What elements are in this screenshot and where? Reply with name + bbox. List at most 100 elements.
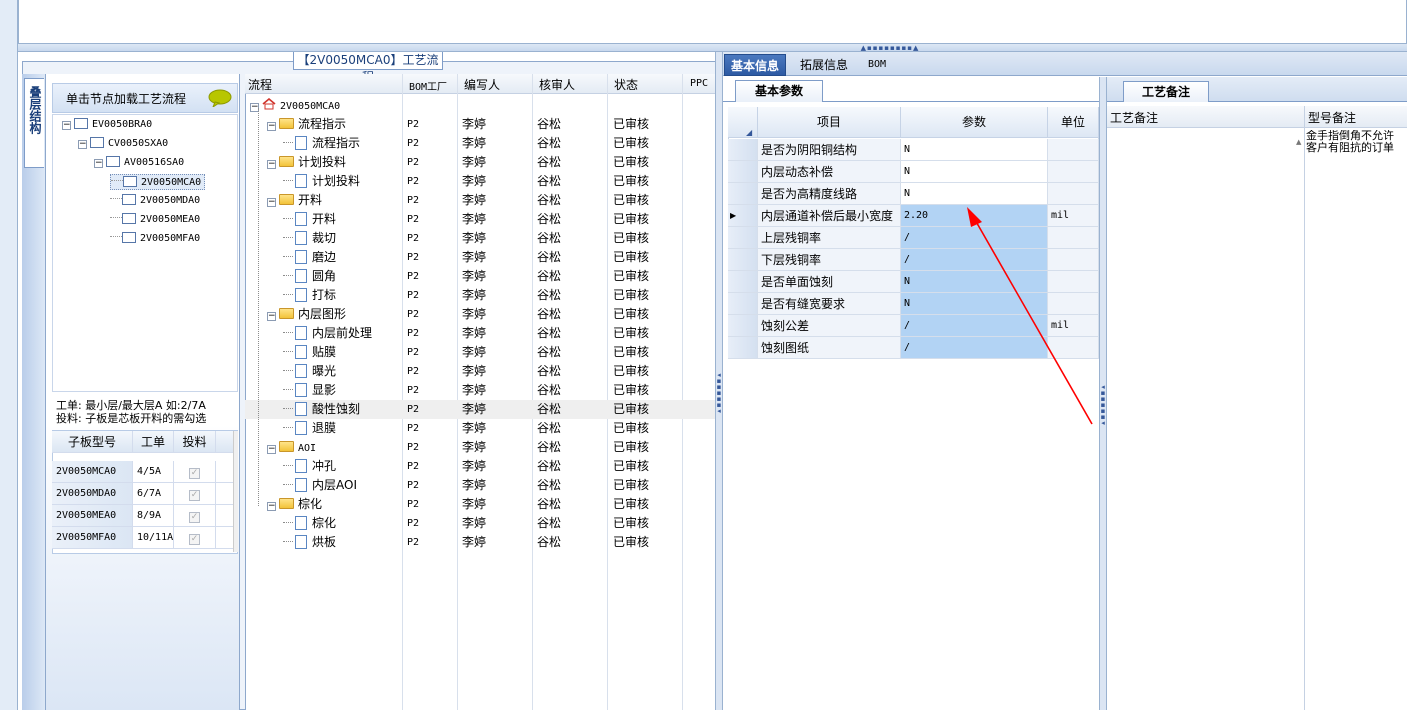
flow-step[interactable]: 内层前处理: [283, 324, 372, 343]
row-indicator[interactable]: [728, 315, 758, 337]
param-value-cell[interactable]: /: [901, 337, 1048, 359]
sub-grid-scrollbar[interactable]: [233, 431, 238, 552]
param-value-cell[interactable]: N: [901, 161, 1048, 183]
flow-row[interactable]: − 计划投料 P2 李婷 谷松 已审核: [245, 153, 715, 172]
sub-feed-cell[interactable]: ✓: [174, 483, 216, 505]
flow-row[interactable]: 贴膜 P2 李婷 谷松 已审核: [245, 343, 715, 362]
flow-row[interactable]: − 内层图形 P2 李婷 谷松 已审核: [245, 305, 715, 324]
flow-step[interactable]: 裁切: [283, 229, 336, 248]
tab-basic-params[interactable]: 基本参数: [735, 80, 823, 102]
flow-step[interactable]: 烘板: [283, 533, 336, 552]
row-indicator[interactable]: [728, 183, 758, 205]
flow-row[interactable]: 烘板 P2 李婷 谷松 已审核: [245, 533, 715, 552]
flow-root-row[interactable]: −2V0050MCA0: [245, 96, 715, 115]
param-row[interactable]: 蚀刻公差 / mil: [728, 315, 1099, 337]
flow-row[interactable]: 打标 P2 李婷 谷松 已审核: [245, 286, 715, 305]
flow-step[interactable]: 圆角: [283, 267, 336, 286]
tab-process-notes[interactable]: 工艺备注: [1123, 81, 1209, 102]
collapse-icon[interactable]: −: [78, 140, 87, 149]
param-value-cell[interactable]: N: [901, 293, 1048, 315]
param-value-cell[interactable]: /: [901, 315, 1048, 337]
param-row[interactable]: 蚀刻图纸 /: [728, 337, 1099, 359]
tab-bom[interactable]: BOM: [862, 54, 892, 76]
param-row[interactable]: 是否单面蚀刻 N: [728, 271, 1099, 293]
tree-node[interactable]: 2V0050MDA0: [110, 193, 200, 209]
collapse-icon[interactable]: −: [267, 198, 276, 207]
flow-step[interactable]: − 开料: [267, 191, 322, 210]
flow-step[interactable]: 打标: [283, 286, 336, 305]
param-value-cell[interactable]: /: [901, 227, 1048, 249]
collapse-icon[interactable]: −: [62, 121, 71, 130]
flow-step[interactable]: 酸性蚀刻: [283, 400, 360, 419]
flow-row[interactable]: 圆角 P2 李婷 谷松 已审核: [245, 267, 715, 286]
tree-node[interactable]: 2V0050MFA0: [110, 231, 200, 247]
param-row[interactable]: 是否有缝宽要求 N: [728, 293, 1099, 315]
flow-col-header[interactable]: 状态: [614, 76, 638, 93]
flow-row[interactable]: 显影 P2 李婷 谷松 已审核: [245, 381, 715, 400]
param-value-cell[interactable]: /: [901, 249, 1048, 271]
collapse-icon[interactable]: −: [94, 159, 103, 168]
horizontal-splitter[interactable]: [18, 44, 1407, 52]
tab-extended-info[interactable]: 拓展信息: [794, 54, 854, 76]
row-indicator[interactable]: ▶: [728, 205, 758, 227]
row-indicator[interactable]: [728, 271, 758, 293]
param-value-cell[interactable]: 2.20: [901, 205, 1048, 227]
scroll-up-icon[interactable]: ▲: [1296, 138, 1301, 146]
notes-divider[interactable]: [1304, 106, 1305, 710]
flow-root-node[interactable]: −2V0050MCA0: [250, 96, 340, 116]
flow-row[interactable]: 内层前处理 P2 李婷 谷松 已审核: [245, 324, 715, 343]
row-indicator[interactable]: [728, 293, 758, 315]
sub-feed-cell[interactable]: ✓: [174, 505, 216, 527]
params-col-item[interactable]: 项目: [758, 107, 901, 138]
flow-step[interactable]: 显影: [283, 381, 336, 400]
collapse-icon[interactable]: −: [267, 312, 276, 321]
param-row[interactable]: 下层残铜率 /: [728, 249, 1099, 271]
param-row[interactable]: 是否为高精度线路 N: [728, 183, 1099, 205]
flow-step[interactable]: − 内层图形: [267, 305, 346, 324]
sub-grid-col-header[interactable]: 子板型号: [52, 431, 133, 453]
flow-row[interactable]: 流程指示 P2 李婷 谷松 已审核: [245, 134, 715, 153]
flow-step[interactable]: 退膜: [283, 419, 336, 438]
collapse-icon[interactable]: −: [267, 445, 276, 454]
flow-step[interactable]: − 流程指示: [267, 115, 346, 134]
flow-row[interactable]: 棕化 P2 李婷 谷松 已审核: [245, 514, 715, 533]
flow-row[interactable]: 磨边 P2 李婷 谷松 已审核: [245, 248, 715, 267]
flow-step[interactable]: 开料: [283, 210, 336, 229]
flow-row[interactable]: − 棕化 P2 李婷 谷松 已审核: [245, 495, 715, 514]
flow-col-header[interactable]: 流程: [248, 76, 272, 93]
tree-node[interactable]: 2V0050MEA0: [110, 212, 200, 228]
flow-col-header[interactable]: 编写人: [464, 76, 500, 93]
model-note-text[interactable]: 金手指倒角不允许 客户有阻抗的订单: [1306, 130, 1407, 154]
flow-col-header[interactable]: PPC: [690, 78, 708, 89]
collapse-icon[interactable]: −: [267, 160, 276, 169]
sub-order-cell[interactable]: 10/11A: [133, 527, 174, 549]
row-indicator[interactable]: [728, 249, 758, 271]
tab-basic-info[interactable]: 基本信息: [724, 54, 787, 76]
feed-checkbox[interactable]: ✓: [189, 512, 200, 523]
flow-row[interactable]: 曝光 P2 李婷 谷松 已审核: [245, 362, 715, 381]
feed-checkbox[interactable]: ✓: [189, 468, 200, 479]
tree-node[interactable]: − AV00516SA0: [94, 155, 184, 171]
flow-step[interactable]: 贴膜: [283, 343, 336, 362]
sub-feed-cell[interactable]: ✓: [174, 461, 216, 483]
row-indicator[interactable]: [728, 139, 758, 161]
flow-step[interactable]: − AOI: [267, 438, 316, 458]
param-row[interactable]: 是否为阴阳铜结构 N: [728, 139, 1099, 161]
sub-grid-col-header[interactable]: 投料: [174, 431, 216, 453]
param-value-cell[interactable]: N: [901, 271, 1048, 293]
tree-node[interactable]: − EV0050BRA0: [62, 117, 152, 133]
flow-row[interactable]: 酸性蚀刻 P2 李婷 谷松 已审核: [245, 400, 715, 419]
flow-row[interactable]: − AOI P2 李婷 谷松 已审核: [245, 438, 715, 457]
param-row[interactable]: 内层动态补偿 N: [728, 161, 1099, 183]
flow-row[interactable]: − 开料 P2 李婷 谷松 已审核: [245, 191, 715, 210]
splitter-grip-icon[interactable]: ◂ ▪ ▪ ▪ ▪ ▪ ◂: [1100, 384, 1106, 427]
param-row[interactable]: 上层残铜率 /: [728, 227, 1099, 249]
flow-col-header[interactable]: 核审人: [539, 76, 575, 93]
flow-step[interactable]: 计划投料: [283, 172, 360, 191]
flow-row[interactable]: − 流程指示 P2 李婷 谷松 已审核: [245, 115, 715, 134]
row-indicator[interactable]: [728, 161, 758, 183]
row-indicator[interactable]: [728, 227, 758, 249]
params-col-value[interactable]: 参数: [901, 107, 1048, 138]
param-value-cell[interactable]: N: [901, 183, 1048, 205]
collapse-icon[interactable]: −: [267, 122, 276, 131]
